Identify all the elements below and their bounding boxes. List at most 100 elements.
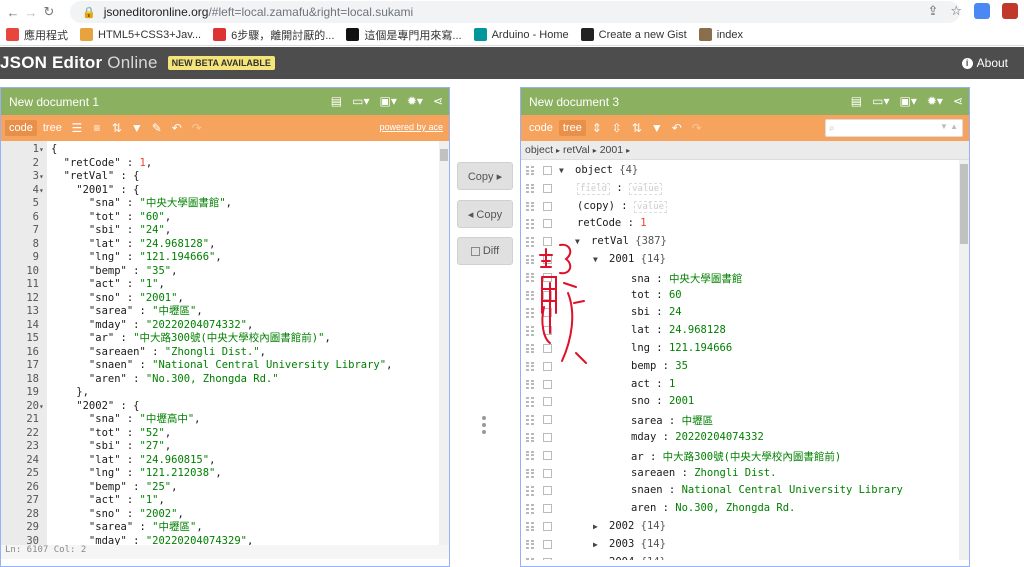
fold-arrow-icon[interactable]: ▾ — [39, 170, 47, 184]
tree-row[interactable]: ar : 中大路300號(中央大學校內圖書館前) — [521, 447, 969, 465]
node-key[interactable]: lat — [631, 324, 650, 336]
row-select-checkbox[interactable] — [543, 486, 552, 496]
new-document-icon[interactable]: ▤ — [331, 94, 342, 108]
breadcrumb-item[interactable]: retVal — [563, 144, 590, 156]
node-key[interactable]: retVal — [591, 235, 629, 247]
bookmark-item[interactable]: 6步驟，離開討厭的... — [213, 27, 334, 43]
row-select-checkbox[interactable] — [543, 219, 552, 229]
breadcrumb-item[interactable]: 2001 — [600, 144, 623, 156]
row-select-checkbox[interactable] — [543, 504, 552, 514]
tree-row[interactable]: mday : 20220204074332 — [521, 429, 969, 447]
extension-icon[interactable] — [1002, 3, 1018, 19]
drag-handle-icon[interactable] — [526, 379, 534, 390]
fold-arrow-icon[interactable]: ▾ — [39, 143, 47, 157]
node-value[interactable]: 20220204074332 — [675, 431, 764, 443]
expanded-arrow-icon[interactable]: ▼ — [559, 166, 564, 175]
collapsed-arrow-icon[interactable]: ▶ — [593, 558, 598, 560]
code-vertical-scrollbar[interactable] — [439, 141, 449, 559]
sort-icon[interactable]: ⇅ — [628, 121, 646, 135]
drag-handle-icon[interactable] — [526, 486, 534, 496]
row-select-checkbox[interactable] — [543, 183, 552, 193]
drag-handle-icon[interactable] — [526, 344, 534, 354]
settings-gear-icon[interactable]: ✹▾ — [927, 94, 943, 108]
tree-row[interactable]: ▼ 2001 {14} — [521, 251, 969, 269]
row-select-checkbox[interactable] — [543, 255, 552, 264]
tree-row[interactable]: snaen : National Central University Libr… — [521, 482, 969, 500]
redo-icon[interactable]: ↷ — [188, 121, 206, 135]
diff-button[interactable]: Diff — [457, 237, 513, 265]
mode-code-button[interactable]: code — [525, 120, 557, 136]
repair-wrench-icon[interactable]: ✎ — [148, 121, 166, 135]
tree-row[interactable]: bemp : 35 — [521, 358, 969, 376]
format-icon[interactable]: ☰ — [68, 121, 86, 135]
tree-row[interactable]: sbi : 24 — [521, 304, 969, 322]
left-document-title[interactable]: New document 1 — [9, 95, 99, 109]
node-key[interactable]: aren — [631, 502, 656, 514]
node-key[interactable]: sna — [631, 273, 650, 285]
right-document-title[interactable]: New document 3 — [529, 95, 619, 109]
drag-handle-icon[interactable] — [526, 539, 534, 550]
row-select-checkbox[interactable] — [543, 361, 552, 371]
reload-icon[interactable]: ↻ — [40, 3, 58, 21]
drag-handle-icon[interactable] — [526, 433, 534, 443]
node-value[interactable]: 35 — [675, 360, 688, 372]
node-key[interactable]: mday — [631, 431, 656, 443]
code-scroll-thumb[interactable] — [440, 149, 448, 161]
node-key[interactable]: lng — [631, 342, 650, 354]
node-value[interactable]: 1 — [669, 378, 675, 390]
collapse-all-icon[interactable]: ⇳ — [608, 121, 626, 135]
node-value[interactable]: 121.194666 — [669, 342, 732, 354]
drag-handle-icon[interactable] — [526, 166, 534, 176]
save-icon[interactable]: ▣▾ — [899, 94, 916, 108]
copy-right-button[interactable]: Copy ▸ — [457, 162, 513, 190]
row-select-checkbox[interactable] — [543, 166, 552, 175]
node-key[interactable]: object — [575, 164, 613, 176]
node-key[interactable]: ar — [631, 451, 644, 463]
sort-icon[interactable]: ⇅ — [108, 121, 126, 135]
fold-arrow-icon[interactable]: ▾ — [39, 184, 47, 198]
mode-tree-button[interactable]: tree — [558, 120, 586, 136]
tree-scroll-thumb[interactable] — [960, 164, 968, 244]
tree-row[interactable]: sareaen : Zhongli Dist. — [521, 465, 969, 483]
breadcrumb-item[interactable]: object — [525, 144, 553, 156]
share-icon[interactable]: ⇪ — [927, 3, 938, 19]
tree-row[interactable]: ▶ 2003 {14} — [521, 536, 969, 554]
node-key[interactable]: 2004 — [609, 556, 634, 560]
tree-search-input[interactable]: ⌕ ▼ ▲ — [825, 119, 963, 137]
back-arrow-icon[interactable]: ← — [4, 3, 22, 21]
undo-icon[interactable]: ↶ — [168, 121, 186, 135]
new-document-icon[interactable]: ▤ — [851, 94, 862, 108]
row-select-checkbox[interactable] — [543, 468, 552, 478]
drag-handle-icon[interactable] — [526, 415, 534, 425]
powered-by-link[interactable]: powered by ace — [379, 122, 443, 132]
tree-row[interactable]: tot : 60 — [521, 287, 969, 305]
drag-handle-icon[interactable] — [526, 255, 534, 265]
drag-handle-icon[interactable] — [526, 290, 534, 301]
beta-badge[interactable]: NEW BETA AVAILABLE — [167, 56, 275, 70]
node-key[interactable]: 2003 — [609, 538, 634, 550]
star-icon[interactable]: ☆ — [950, 3, 962, 19]
compact-icon[interactable]: ≡ — [88, 121, 106, 135]
node-key[interactable]: act — [631, 378, 650, 390]
node-key[interactable]: sarea — [631, 415, 663, 427]
tree-row[interactable]: lat : 24.968128 — [521, 322, 969, 340]
drag-handle-icon[interactable] — [526, 450, 534, 461]
node-key[interactable]: tot — [631, 289, 650, 301]
code-editor[interactable]: 1 ▾{2 "retCode" : 1, 3 ▾ "retVal" : {4 ▾ "20… — [1, 141, 449, 559]
node-key[interactable]: retCode — [577, 217, 621, 229]
bookmark-item[interactable]: Create a new Gist — [580, 28, 687, 41]
settings-gear-icon[interactable]: ✹▾ — [407, 94, 423, 108]
node-value[interactable]: 60 — [669, 289, 682, 301]
drag-handle-icon[interactable] — [526, 326, 534, 336]
node-value[interactable]: No.300, Zhongda Rd. — [675, 502, 795, 514]
drag-handle-icon[interactable] — [526, 504, 534, 514]
tree-row[interactable]: act : 1 — [521, 376, 969, 394]
tree-row[interactable]: aren : No.300, Zhongda Rd. — [521, 500, 969, 518]
bookmark-item[interactable]: HTML5+CSS3+Jav... — [80, 28, 201, 41]
filter-icon[interactable]: ▼ — [648, 121, 666, 135]
tree-row[interactable]: sna : 中央大學圖書館 — [521, 269, 969, 287]
tree-row[interactable]: (copy) : value — [521, 198, 969, 216]
row-select-checkbox[interactable] — [543, 201, 552, 211]
value-placeholder[interactable]: value — [633, 200, 667, 213]
drag-handle-icon[interactable] — [526, 557, 534, 560]
